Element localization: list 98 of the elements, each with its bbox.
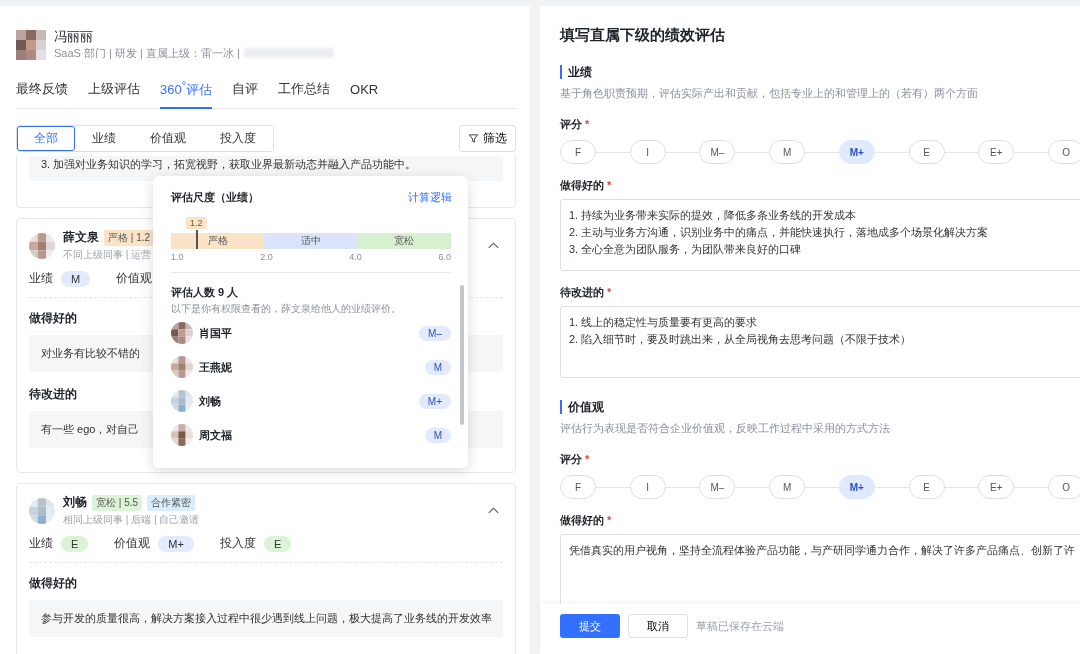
grade-option[interactable]: E — [908, 140, 945, 164]
field-label: 评分 — [560, 453, 582, 465]
required-mark: * — [585, 118, 590, 130]
score-label: 投入度 — [219, 535, 256, 553]
score-label: 业绩 — [29, 535, 53, 553]
grade-option[interactable]: F — [560, 475, 596, 499]
field-label: 做得好的 — [560, 514, 604, 526]
submit-button[interactable]: 提交 — [560, 614, 620, 638]
grade-pill: M — [424, 427, 451, 443]
grade-option[interactable]: E — [908, 475, 945, 499]
avatar — [171, 356, 193, 378]
text-area[interactable]: 1. 线上的稳定性与质量要有更高的要求 2. 陷入细节时，要及时跳出来，从全局视角去思考问题（不限于技术） — [560, 306, 1080, 378]
tab[interactable]: 360$^{°}$评估 — [160, 73, 213, 110]
required-mark: * — [585, 453, 590, 465]
tag: 严格 | 1.2 — [104, 229, 155, 246]
grade-option[interactable]: M+ — [838, 140, 875, 164]
section-title: 做得好的 — [29, 575, 77, 593]
rater-name: 周文福 — [199, 427, 233, 443]
tab[interactable]: 工作总结 — [278, 73, 331, 110]
rater-name: 王燕妮 — [199, 359, 233, 375]
tick-label: 1.0 — [171, 252, 184, 262]
grade-pill: M+ — [418, 393, 451, 409]
chevron-icon[interactable] — [488, 242, 499, 250]
avatar — [171, 322, 193, 344]
text-area[interactable]: 1. 持续为业务带来实际的提效，降低多条业务线的开发成本 2. 主动与业务方沟通，识别业务中的痛点，并能快速执行，落地成多个场景化解决方案 3. 全心全意为团队服务，为团队带来良好的口碑 — [560, 199, 1080, 271]
avatar — [29, 232, 55, 259]
tab[interactable]: OKR — [350, 73, 379, 110]
tag: 宽松 | 5.5 — [92, 494, 143, 511]
grade-pill: E — [61, 535, 89, 552]
tab[interactable]: 最终反馈 — [16, 73, 68, 110]
marker-tag: 1.2 — [185, 217, 207, 229]
rater-count: 评估人数 9 人 — [171, 285, 240, 300]
section-description: 基于角色职责预期，评估实际产出和贡献，包括专业上的和管理上的（若有）两个方面 — [560, 86, 979, 101]
form-title: 填写直属下级的绩效评估 — [560, 26, 726, 45]
section-description: 评估行为表现是否符合企业价值观，反映工作过程中采用的方式方法 — [560, 421, 891, 436]
chevron-icon[interactable] — [488, 507, 499, 515]
score-label: 业绩 — [29, 270, 53, 288]
grade-option[interactable]: M — [769, 140, 806, 164]
scale-segment: 严格 — [171, 233, 265, 249]
grade-option[interactable]: F — [560, 140, 596, 164]
reviewer-name: 刘畅 — [63, 494, 87, 512]
grade-option[interactable]: O — [1048, 475, 1080, 499]
grade-pill: M — [424, 359, 451, 375]
reviewer-meta: 相同上级同事 | 后端 | 自己邀请 — [63, 513, 200, 528]
reviewer-meta: 不同上级同事 | 运营 — [63, 248, 152, 263]
scale-segment: 适中 — [264, 233, 358, 249]
funnel-icon — [468, 133, 479, 145]
filter-button[interactable]: 筛选 — [459, 125, 516, 153]
grade-option[interactable]: I — [629, 140, 666, 164]
tag: 合作紧密 — [147, 494, 196, 511]
grade-pill: M+ — [158, 535, 194, 552]
draft-note: 草稿已保存在云端 — [696, 618, 784, 634]
avatar — [171, 424, 193, 446]
grade-pill: E — [263, 535, 292, 552]
grade-option[interactable]: M– — [699, 475, 736, 499]
popover-title: 评估尺度（业绩） — [171, 190, 259, 205]
grade-option[interactable]: M+ — [838, 475, 875, 499]
tab[interactable]: 自评 — [232, 73, 259, 110]
required-mark: * — [607, 179, 612, 191]
marker-line — [196, 230, 199, 249]
required-mark: * — [607, 286, 612, 298]
filter-tab[interactable]: 全部 — [17, 126, 75, 152]
popover-note: 以下是你有权限查看的，薛文泉给他人的业绩评价。 — [171, 302, 402, 316]
avatar — [29, 497, 55, 524]
employee-name: 冯丽丽 — [54, 28, 94, 45]
section-heading: 价值观 — [560, 400, 1080, 414]
field-label: 待改进的 — [560, 286, 604, 298]
grade-option[interactable]: M — [769, 475, 806, 499]
grade-option[interactable]: O — [1048, 140, 1080, 164]
grade-option[interactable]: M– — [699, 140, 736, 164]
section-heading: 业绩 — [560, 65, 1080, 79]
section-title: 做得好的 — [29, 310, 77, 328]
field-label: 做得好的 — [560, 179, 604, 191]
section-title: 待改进的 — [29, 386, 77, 404]
score-label: 价值观 — [114, 535, 151, 553]
score-label: 价值观 — [116, 270, 153, 288]
required-mark: * — [607, 514, 612, 526]
avatar — [16, 29, 46, 60]
employee-meta: SaaS 部门 | 研发 | 直属上级：雷一冰 | — [54, 46, 240, 61]
calculation-link[interactable]: 计算逻辑 — [408, 190, 452, 205]
grade-option[interactable]: I — [629, 475, 666, 499]
rater-name: 刘畅 — [199, 393, 222, 409]
grade-pill: M — [61, 270, 91, 287]
avatar — [171, 390, 193, 412]
tick-label: 6.0 — [438, 252, 451, 262]
text-area[interactable]: 凭借真实的用户视角，坚持全流程体验产品功能，与产研同学通力合作，解决了许多产品痛点、创新了许 — [560, 534, 1080, 604]
tick-label: 2.0 — [260, 252, 273, 262]
comment-text: 参与开发的质量很高，解决方案接入过程中很少遇到线上问题，极大提高了业务线的开发效率 — [29, 600, 503, 638]
tab[interactable]: 上级评估 — [88, 73, 140, 110]
cancel-button[interactable]: 取消 — [628, 614, 688, 638]
field-label: 评分 — [560, 118, 582, 130]
grade-option[interactable]: E+ — [978, 475, 1015, 499]
grade-option[interactable]: E+ — [978, 140, 1015, 164]
tick-label: 4.0 — [349, 252, 362, 262]
scrollbar[interactable] — [460, 285, 464, 425]
grade-pill: M– — [419, 325, 451, 341]
reviewer-name: 薛文泉 — [63, 229, 99, 247]
scale-segment: 宽松 — [357, 233, 451, 249]
